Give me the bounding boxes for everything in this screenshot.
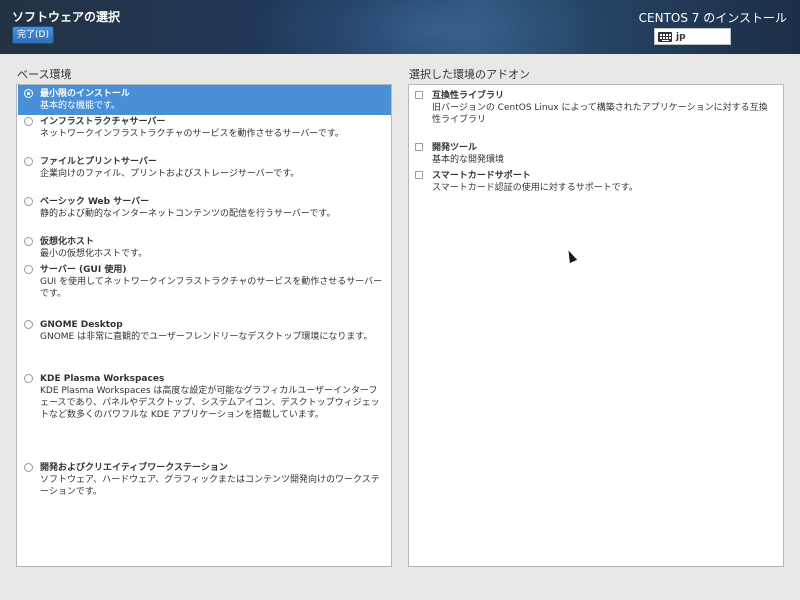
- env-item-description: GUI を使用してネットワークインフラストラクチャのサービスを動作させるサーバー…: [40, 277, 383, 299]
- addon-item-compat-libraries[interactable]: 互換性ライブラリ 旧バージョンの CentOS Linux によって構築されたア…: [410, 87, 782, 129]
- env-item-name: 開発およびクリエイティブワークステーション: [40, 463, 228, 473]
- env-item-description: 企業向けのファイル、プリントおよびストレージサーバーです。: [40, 169, 300, 179]
- addon-item-name: 互換性ライブラリ: [432, 91, 505, 101]
- env-item-name: 最小限のインストール: [40, 89, 130, 99]
- radio-button[interactable]: [24, 117, 33, 126]
- addon-item-dev-tools[interactable]: 開発ツール 基本的な開発環境: [410, 139, 782, 169]
- keyboard-layout-label: jp: [676, 31, 686, 42]
- env-item-description: ソフトウェア、ハードウェア、グラフィックまたはコンテンツ開発向けのワークステーシ…: [40, 475, 380, 497]
- env-item-name: KDE Plasma Workspaces: [40, 374, 165, 384]
- env-item-name: 仮想化ホスト: [40, 237, 95, 247]
- radio-button[interactable]: [24, 265, 33, 274]
- radio-button[interactable]: [24, 374, 33, 383]
- env-item-virtualization-host[interactable]: 仮想化ホスト 最小の仮想化ホストです。: [18, 233, 391, 263]
- addon-item-smartcard-support[interactable]: スマートカードサポート スマートカード認証の使用に対するサポートです。: [410, 167, 782, 197]
- env-item-name: サーバー (GUI 使用): [40, 265, 127, 275]
- env-item-description: KDE Plasma Workspaces は高度な設定が可能なグラフィカルユー…: [40, 386, 380, 420]
- addon-item-name: スマートカードサポート: [432, 171, 531, 181]
- env-item-description: 最小の仮想化ホストです。: [40, 249, 148, 259]
- checkbox[interactable]: [415, 91, 423, 99]
- radio-button[interactable]: [24, 89, 33, 98]
- addon-item-description: スマートカード認証の使用に対するサポートです。: [432, 183, 638, 193]
- env-item-description: 基本的な機能です。: [40, 101, 121, 111]
- keyboard-icon: [658, 31, 672, 42]
- env-item-name: GNOME Desktop: [40, 320, 123, 330]
- env-item-file-print-server[interactable]: ファイルとプリントサーバー 企業向けのファイル、プリントおよびストレージサーバー…: [18, 153, 391, 183]
- page-title: ソフトウェアの選択: [12, 10, 121, 24]
- env-item-kde-plasma[interactable]: KDE Plasma Workspaces KDE Plasma Workspa…: [18, 370, 391, 424]
- env-item-basic-web-server[interactable]: ベーシック Web サーバー 静的および動的なインターネットコンテンツの配信を行…: [18, 193, 391, 223]
- radio-button[interactable]: [24, 197, 33, 206]
- addons-label: 選択した環境のアドオン: [409, 68, 530, 81]
- addon-item-name: 開発ツール: [432, 143, 478, 153]
- base-environment-label: ベース環境: [17, 68, 72, 81]
- env-item-name: ベーシック Web サーバー: [40, 197, 150, 207]
- product-title: CENTOS 7 のインストール: [638, 11, 787, 25]
- env-item-description: GNOME は非常に直観的でユーザーフレンドリーなデスクトップ環境になります。: [40, 332, 373, 342]
- checkbox[interactable]: [415, 171, 423, 179]
- done-button[interactable]: 完了(D): [12, 26, 54, 44]
- radio-button[interactable]: [24, 463, 33, 472]
- env-item-minimal-install[interactable]: 最小限のインストール 基本的な機能です。: [18, 85, 391, 115]
- keyboard-layout-indicator[interactable]: jp: [654, 28, 731, 45]
- addons-list: 互換性ライブラリ 旧バージョンの CentOS Linux によって構築されたア…: [408, 84, 784, 567]
- env-item-name: ファイルとプリントサーバー: [40, 157, 157, 167]
- header-glow: [250, 0, 610, 54]
- header-bar: ソフトウェアの選択 完了(D) CENTOS 7 のインストール jp: [0, 0, 800, 54]
- base-environment-list: 最小限のインストール 基本的な機能です。 インフラストラクチャサーバー ネットワ…: [16, 84, 392, 567]
- radio-button[interactable]: [24, 320, 33, 329]
- env-item-description: 静的および動的なインターネットコンテンツの配信を行うサーバーです。: [40, 209, 336, 219]
- env-item-infrastructure-server[interactable]: インフラストラクチャサーバー ネットワークインフラストラクチャのサービスを動作さ…: [18, 113, 391, 143]
- radio-button[interactable]: [24, 157, 33, 166]
- addon-item-description: 基本的な開発環境: [432, 155, 505, 165]
- env-item-dev-workstation[interactable]: 開発およびクリエイティブワークステーション ソフトウェア、ハードウェア、グラフィ…: [18, 459, 391, 501]
- checkbox[interactable]: [415, 143, 423, 151]
- env-item-gnome-desktop[interactable]: GNOME Desktop GNOME は非常に直観的でユーザーフレンドリーなデ…: [18, 316, 391, 346]
- radio-button[interactable]: [24, 237, 33, 246]
- addon-item-description: 旧バージョンの CentOS Linux によって構築されたアプリケーションに対…: [432, 103, 768, 125]
- env-item-name: インフラストラクチャサーバー: [40, 117, 166, 127]
- env-item-description: ネットワークインフラストラクチャのサービスを動作させるサーバーです。: [40, 129, 344, 139]
- env-item-server-with-gui[interactable]: サーバー (GUI 使用) GUI を使用してネットワークインフラストラクチャの…: [18, 261, 391, 303]
